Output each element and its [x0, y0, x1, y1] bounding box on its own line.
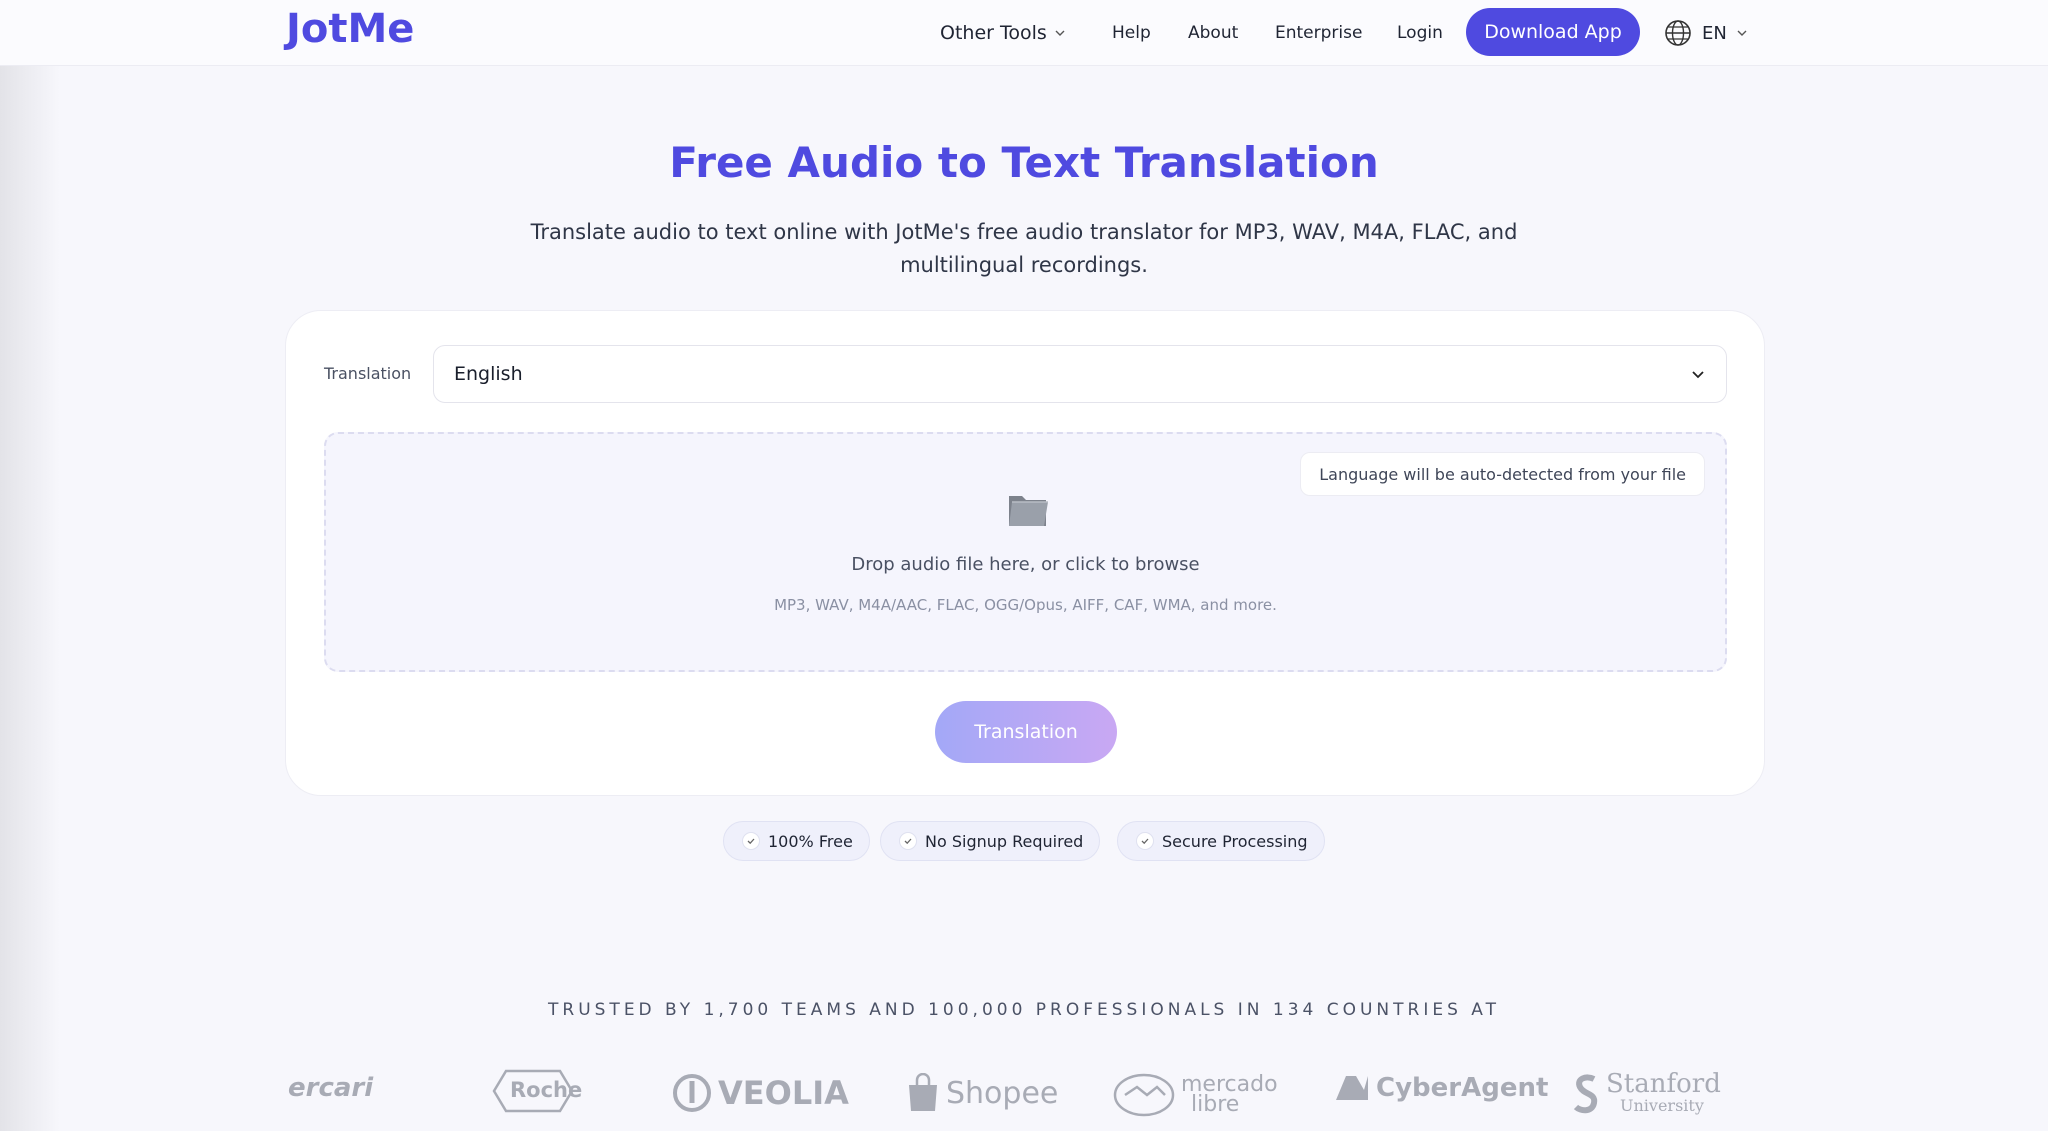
supported-formats: MP3, WAV, M4A/AAC, FLAC, OGG/Opus, AIFF,…: [774, 596, 1277, 614]
nav-help-label: Help: [1112, 23, 1151, 43]
handshake-icon: [1113, 1073, 1175, 1117]
drop-instructions: Drop audio file here, or click to browse: [851, 554, 1200, 575]
badge-secure: Secure Processing: [1117, 821, 1325, 861]
audio-dropzone[interactable]: Language will be auto-detected from your…: [324, 432, 1727, 672]
page-subtitle-line-1: Translate audio to text online with JotM…: [530, 220, 1518, 244]
badge-label: 100% Free: [768, 831, 853, 851]
language-selector[interactable]: EN: [1664, 0, 1747, 66]
badge-label: No Signup Required: [925, 831, 1084, 851]
chevron-down-icon: [1692, 371, 1704, 379]
check-icon: [899, 832, 917, 850]
trusted-by-text: TRUSTED BY 1,700 TEAMS AND 100,000 PROFE…: [548, 1000, 1500, 1020]
chevron-down-icon: [1055, 30, 1065, 36]
nav-about[interactable]: About: [1188, 0, 1238, 66]
nav-login-label: Login: [1397, 23, 1443, 43]
logo-roche-text: Roche: [510, 1078, 583, 1102]
nav-other-tools[interactable]: Other Tools: [940, 0, 1065, 66]
logo-stanford-text: Stanford: [1606, 1069, 1721, 1099]
nav-enterprise-label: Enterprise: [1275, 23, 1363, 43]
cyberagent-mark-icon: [1336, 1076, 1368, 1100]
translation-card: Translation English Language will be aut…: [285, 310, 1765, 796]
logo-university-text: University: [1620, 1096, 1704, 1115]
chevron-down-icon: [1737, 30, 1747, 36]
language-code: EN: [1702, 22, 1727, 44]
page-subtitle: Translate audio to text online with JotM…: [514, 216, 1534, 282]
download-app-button[interactable]: Download App: [1466, 8, 1640, 56]
auto-detect-note: Language will be auto-detected from your…: [1300, 452, 1705, 496]
site-header: JotMe Other Tools Help About Enterprise …: [0, 0, 2048, 66]
logo-mercado-libre: mercado libre: [1113, 1073, 1278, 1117]
shopee-bag-icon: [909, 1073, 937, 1111]
stanford-s-icon: [1573, 1074, 1598, 1114]
logo-veolia-text: VEOLIA: [718, 1074, 849, 1112]
nav-enterprise[interactable]: Enterprise: [1275, 0, 1362, 66]
veolia-circle-icon: [673, 1074, 711, 1112]
badge-label: Secure Processing: [1162, 831, 1308, 851]
logo-libre-text: libre: [1191, 1092, 1240, 1117]
logo-roche: Roche: [492, 1069, 582, 1113]
language-select[interactable]: English: [433, 345, 1727, 403]
logo-cyberagent-text: CyberAgent: [1376, 1073, 1549, 1103]
customer-logos: ercari Roche VEOLIA Shopee mercado libre…: [0, 1065, 2048, 1131]
logo-mercari-text: ercari: [288, 1073, 374, 1103]
folder-icon: [1009, 496, 1048, 526]
nav-help[interactable]: Help: [1112, 0, 1151, 66]
logo-veolia: VEOLIA: [672, 1073, 849, 1113]
nav-other-tools-label: Other Tools: [940, 22, 1047, 44]
logo-stanford: Stanford University: [1572, 1069, 1721, 1117]
page-title: Free Audio to Text Translation: [669, 138, 1379, 187]
translation-submit-button[interactable]: Translation: [935, 701, 1117, 763]
nav-about-label: About: [1188, 23, 1239, 43]
check-icon: [1136, 832, 1154, 850]
nav-login[interactable]: Login: [1397, 0, 1443, 66]
logo-shopee: Shopee: [906, 1073, 1058, 1113]
badge-no-signup: No Signup Required: [880, 821, 1101, 861]
badge-free: 100% Free: [723, 821, 870, 861]
logo-mercari: ercari: [288, 1073, 373, 1103]
logo-shopee-text: Shopee: [946, 1075, 1059, 1111]
selected-language: English: [454, 363, 523, 385]
logo-cyberagent: CyberAgent: [1334, 1073, 1548, 1103]
translation-label: Translation: [324, 364, 412, 383]
check-icon: [742, 832, 760, 850]
brand-logo[interactable]: JotMe: [286, 6, 414, 52]
page-subtitle-line-2: multilingual recordings.: [900, 253, 1148, 277]
globe-icon: [1665, 20, 1691, 46]
